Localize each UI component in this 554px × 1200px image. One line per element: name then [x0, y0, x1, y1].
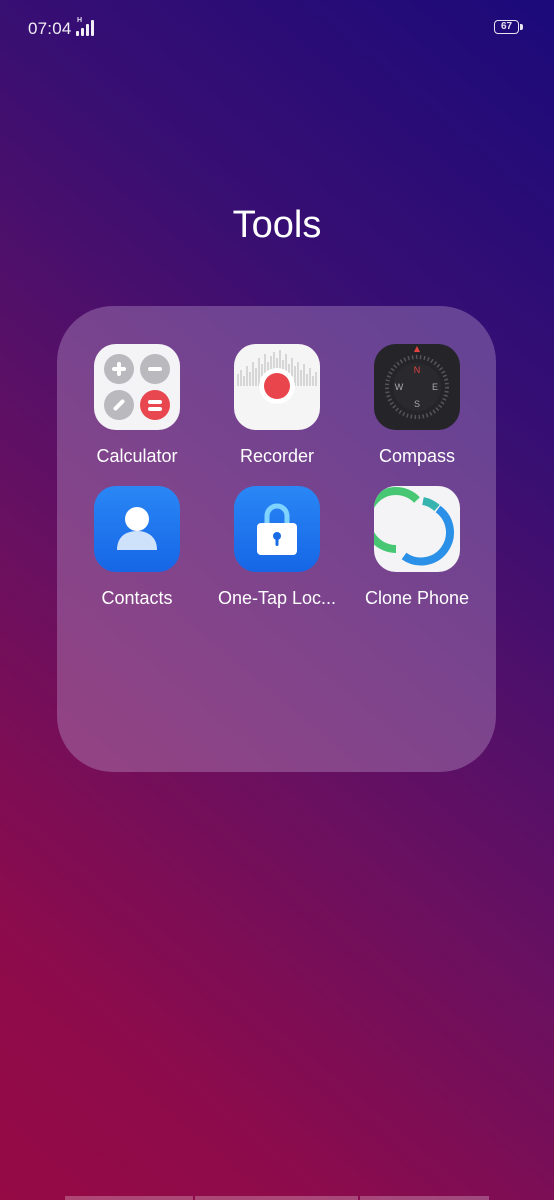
compass-w: W: [395, 382, 404, 392]
clone-phone-icon: [374, 486, 460, 572]
lock-icon: [234, 486, 320, 572]
battery-icon: 67: [494, 20, 523, 36]
app-contacts[interactable]: Contacts: [58, 448, 198, 608]
battery-level: 67: [500, 21, 513, 32]
compass-icon: N E S W: [374, 344, 460, 430]
contacts-icon: [94, 486, 180, 572]
status-bar: 07:04 H 67: [0, 0, 554, 56]
compass-s: S: [414, 399, 420, 409]
folder-title[interactable]: Tools: [0, 204, 554, 247]
app-recorder[interactable]: Recorder: [198, 306, 338, 466]
compass-e: E: [432, 382, 438, 392]
page-indicator: [65, 1196, 489, 1200]
compass-n: N: [414, 365, 421, 375]
app-label: Clone Phone: [364, 588, 470, 608]
app-label: Contacts: [101, 588, 173, 608]
app-calculator[interactable]: Calculator: [58, 306, 198, 466]
signal-icon: H: [76, 17, 98, 36]
app-label: One-Tap Loc...: [217, 588, 337, 608]
recorder-icon: [234, 344, 320, 430]
app-one-tap-lock[interactable]: One-Tap Loc...: [198, 448, 338, 608]
app-clone-phone[interactable]: Clone Phone: [338, 448, 478, 608]
app-compass[interactable]: N E S W Compass: [338, 306, 478, 466]
clock: 07:04: [28, 19, 72, 38]
calculator-icon: [94, 344, 180, 430]
